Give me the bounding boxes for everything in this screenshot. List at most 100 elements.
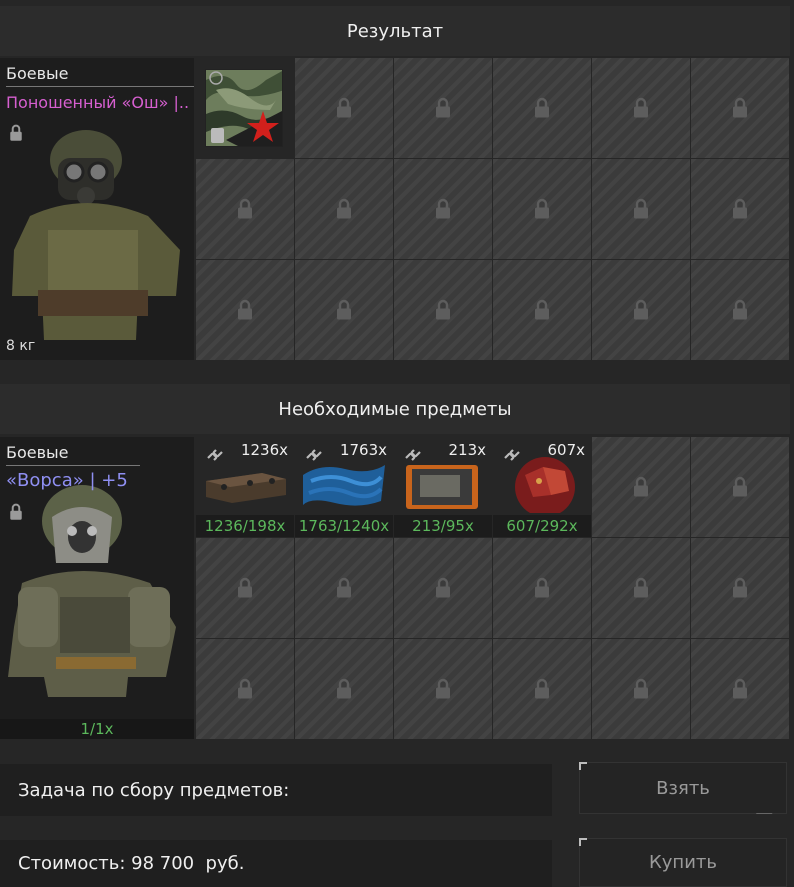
required-slot[interactable] xyxy=(493,639,591,739)
lock-icon xyxy=(731,577,749,599)
lock-icon xyxy=(731,97,749,119)
lock-icon xyxy=(533,299,551,321)
result-lock-icon xyxy=(9,124,23,142)
chain-link-icon xyxy=(404,448,422,462)
result-slot[interactable] xyxy=(691,260,789,360)
result-slot[interactable] xyxy=(592,159,690,259)
lock-icon xyxy=(632,577,650,599)
lock-icon xyxy=(632,299,650,321)
required-count-bar: 1/1x xyxy=(0,719,194,739)
result-slot[interactable] xyxy=(493,58,591,158)
chain-link-icon xyxy=(305,448,323,462)
required-slot[interactable] xyxy=(196,639,294,739)
lock-icon xyxy=(632,198,650,220)
result-slot[interactable] xyxy=(592,58,690,158)
required-slot[interactable] xyxy=(394,538,492,638)
lock-icon xyxy=(434,577,452,599)
result-slot[interactable] xyxy=(295,159,393,259)
result-section: Боевые Поношенный «Ош» |.. 8 кг xyxy=(0,58,790,360)
lock-icon xyxy=(434,678,452,700)
material-qty: 213x xyxy=(448,441,486,459)
lock-icon xyxy=(236,577,254,599)
required-item-name: «Ворса» | +5 xyxy=(6,470,128,491)
required-slot[interactable] xyxy=(592,437,690,537)
result-slot[interactable] xyxy=(295,58,393,158)
lock-icon xyxy=(335,97,353,119)
required-slot[interactable] xyxy=(493,538,591,638)
lock-icon xyxy=(533,678,551,700)
material-qty: 1763x xyxy=(339,441,387,459)
buy-button-label: Купить xyxy=(649,852,717,873)
cost-row: Стоимость: 98 700 руб. xyxy=(0,840,552,887)
lock-icon xyxy=(731,299,749,321)
result-weight: 8 кг xyxy=(6,338,36,354)
button-corner xyxy=(579,762,587,770)
lock-icon xyxy=(434,299,452,321)
lock-icon xyxy=(731,678,749,700)
lock-icon xyxy=(236,678,254,700)
task-row: Задача по сбору предметов: xyxy=(0,764,552,816)
result-slot[interactable] xyxy=(196,58,294,158)
lock-icon xyxy=(533,97,551,119)
result-divider xyxy=(6,86,194,87)
required-preview-panel[interactable]: Боевые «Ворса» | +5 1/1x xyxy=(0,437,194,739)
result-slot[interactable] xyxy=(295,260,393,360)
lock-icon xyxy=(533,577,551,599)
required-slot[interactable] xyxy=(295,639,393,739)
lock-icon xyxy=(632,97,650,119)
chain-link-icon xyxy=(206,448,224,462)
material-requirement: 1236/198x xyxy=(196,515,294,537)
required-divider xyxy=(6,465,140,466)
result-preview-panel[interactable]: Боевые Поношенный «Ош» |.. 8 кг xyxy=(0,58,194,360)
result-slot[interactable] xyxy=(691,58,789,158)
result-slot[interactable] xyxy=(394,58,492,158)
material-slot[interactable]: 1236x 1236/198x xyxy=(196,437,294,537)
lock-icon xyxy=(335,198,353,220)
required-slot[interactable] xyxy=(592,639,690,739)
material-slot[interactable]: 1763x 1763/1240x xyxy=(295,437,393,537)
lock-icon xyxy=(236,299,254,321)
required-slot[interactable] xyxy=(691,639,789,739)
required-slot[interactable] xyxy=(295,538,393,638)
chain-link-icon xyxy=(503,448,521,462)
lock-icon xyxy=(335,678,353,700)
lock-icon xyxy=(434,97,452,119)
required-slot[interactable] xyxy=(196,538,294,638)
required-slot[interactable] xyxy=(394,639,492,739)
required-lock-icon xyxy=(9,503,23,521)
result-slot[interactable] xyxy=(691,159,789,259)
material-requirement: 213/95x xyxy=(394,515,492,537)
result-slot[interactable] xyxy=(592,260,690,360)
result-slot[interactable] xyxy=(196,260,294,360)
required-slot[interactable] xyxy=(592,538,690,638)
result-slot[interactable] xyxy=(196,159,294,259)
result-slot[interactable] xyxy=(493,159,591,259)
result-header-title: Результат xyxy=(346,20,444,42)
lock-icon xyxy=(632,678,650,700)
required-section: Боевые «Ворса» | +5 1/1x 1236x 1236/198x xyxy=(0,437,790,739)
lock-icon xyxy=(335,577,353,599)
take-button-label: Взять xyxy=(656,777,710,799)
required-slot[interactable] xyxy=(691,538,789,638)
result-armor-icon xyxy=(12,130,180,340)
result-item-name: Поношенный «Ош» |.. xyxy=(6,93,190,112)
material-slot[interactable]: 213x 213/95x xyxy=(394,437,492,537)
material-requirement: 1763/1240x xyxy=(295,515,393,537)
required-header-title: Необходимые предметы xyxy=(278,398,512,420)
camo-armor-item-icon xyxy=(205,69,283,147)
result-slot[interactable] xyxy=(493,260,591,360)
take-button[interactable]: Взять xyxy=(579,762,787,814)
material-slot[interactable]: 607x 607/292x xyxy=(493,437,591,537)
button-corner xyxy=(579,838,587,846)
required-header: Необходимые предметы xyxy=(0,384,790,434)
material-requirement: 607/292x xyxy=(493,515,591,537)
lock-icon xyxy=(533,198,551,220)
result-slot[interactable] xyxy=(394,159,492,259)
required-slot[interactable] xyxy=(691,437,789,537)
required-armor-icon xyxy=(8,485,176,697)
material-qty: 1236x xyxy=(240,441,288,459)
buy-button[interactable]: Купить xyxy=(579,838,787,887)
result-slot[interactable] xyxy=(394,260,492,360)
material-qty: 607x xyxy=(547,441,585,459)
result-header: Результат xyxy=(0,6,790,56)
